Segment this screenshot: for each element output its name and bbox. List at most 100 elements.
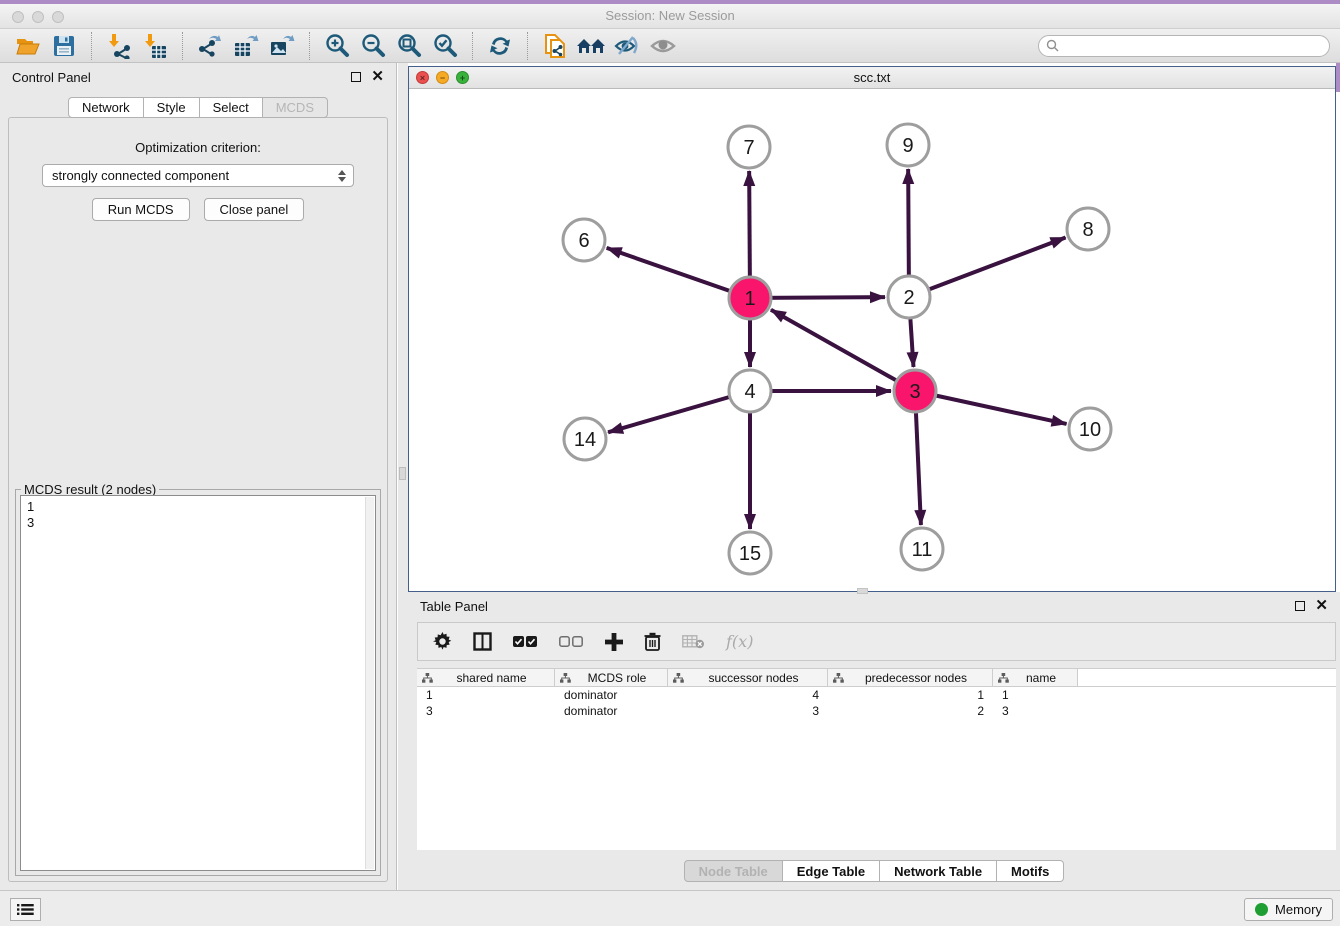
toolbar-separator [182,32,183,60]
clone-network-icon[interactable] [537,31,573,61]
save-session-icon[interactable] [46,31,82,61]
graph-node-1[interactable]: 1 [729,277,771,319]
graph-node-2[interactable]: 2 [888,276,930,318]
import-network-icon[interactable] [101,31,137,61]
network-view-window: × − + scc.txt 7 9 6 8 1 2 4 3 14 10 15 11 [408,66,1336,592]
zoom-selected-icon[interactable] [427,31,463,61]
graph-node-9[interactable]: 9 [887,124,929,166]
maximize-network-button[interactable]: + [456,71,469,84]
column-header-MCDS-role[interactable]: MCDS role [555,669,668,686]
graph-edge-3-10[interactable] [915,391,1067,424]
graph-node-label: 7 [743,137,754,159]
graph-node-3[interactable]: 3 [894,370,936,412]
graph-node-label: 15 [739,543,761,565]
zoom-fit-icon[interactable] [391,31,427,61]
column-header-predecessor-nodes[interactable]: predecessor nodes [828,669,993,686]
graph-node-10[interactable]: 10 [1069,408,1111,450]
table-cell: dominator [555,687,668,703]
graph-node-14[interactable]: 14 [564,418,606,460]
optimization-criterion-dropdown[interactable]: strongly connected component [42,164,354,187]
zoom-in-icon[interactable] [319,31,355,61]
graph-node-8[interactable]: 8 [1067,208,1109,250]
column-header-name[interactable]: name [993,669,1078,686]
column-header-shared-name[interactable]: shared name [417,669,555,686]
tab-network[interactable]: Network [68,97,144,118]
table-row[interactable]: 3dominator323 [417,703,1336,719]
result-scrollbar[interactable] [365,497,374,869]
graph-node-label: 3 [909,381,920,403]
close-table-panel-icon[interactable]: ✕ [1315,601,1328,611]
minimize-network-button[interactable]: − [436,71,449,84]
float-panel-icon[interactable] [351,72,361,82]
export-table-icon[interactable] [228,31,264,61]
graph-node-label: 6 [578,230,589,252]
search-input[interactable] [1063,39,1322,53]
open-session-icon[interactable] [10,31,46,61]
close-network-button[interactable]: × [416,71,429,84]
graph-node-6[interactable]: 6 [563,219,605,261]
graph-node-7[interactable]: 7 [728,126,770,168]
horizontal-splitter-handle[interactable] [857,588,868,594]
graph-edge-2-8[interactable] [909,238,1066,297]
tab-node-table[interactable]: Node Table [684,860,783,882]
search-field[interactable] [1038,35,1330,57]
refresh-icon[interactable] [482,31,518,61]
delete-row-icon[interactable] [644,632,661,651]
add-row-icon[interactable] [605,633,623,651]
gear-icon[interactable] [433,632,452,651]
tab-style[interactable]: Style [144,97,200,118]
graph-edge-1-6[interactable] [607,248,750,298]
task-history-button[interactable] [10,898,41,921]
graph-node-label: 1 [744,288,755,310]
hide-selected-icon[interactable] [609,31,645,61]
network-window-titlebar[interactable]: × − + scc.txt [409,67,1335,89]
table-cell: 2 [828,703,993,719]
tab-motifs[interactable]: Motifs [997,860,1064,882]
optimization-criterion-label: Optimization criterion: [9,140,387,155]
delete-table-icon[interactable] [682,634,705,649]
table-row[interactable]: 1dominator411 [417,687,1336,703]
vertical-splitter[interactable] [398,63,408,890]
network-window-controls: × − + [416,71,469,84]
close-panel-button[interactable]: Close panel [204,198,305,221]
mcds-result-text[interactable]: 1 3 [20,495,376,871]
graph-node-label: 9 [902,135,913,157]
toolbar-separator [472,32,473,60]
home-layout-icon[interactable] [573,31,609,61]
table-body: 1dominator4113dominator323 [417,687,1336,719]
graph-edge-3-1[interactable] [771,310,915,391]
column-pane-icon[interactable] [473,632,492,651]
close-panel-icon[interactable]: ✕ [371,72,384,82]
splitter-handle[interactable] [399,467,406,480]
dropdown-value: strongly connected component [43,168,335,183]
tab-network-table[interactable]: Network Table [880,860,997,882]
show-all-icon[interactable] [645,31,681,61]
table-panel: Table Panel ✕ f(x) shared nameMCDS roles… [408,592,1340,890]
memory-button[interactable]: Memory [1244,898,1333,921]
function-builder-icon[interactable]: f(x) [726,632,753,651]
tree-icon [833,673,844,683]
tab-mcds[interactable]: MCDS [263,97,328,118]
run-mcds-button[interactable]: Run MCDS [92,198,190,221]
column-header-successor-nodes[interactable]: successor nodes [668,669,828,686]
export-network-icon[interactable] [192,31,228,61]
graph-node-4[interactable]: 4 [729,370,771,412]
list-icon [17,903,34,916]
table-cell: 4 [668,687,828,703]
network-canvas[interactable]: 7 9 6 8 1 2 4 3 14 10 15 11 [409,90,1335,591]
tab-edge-table[interactable]: Edge Table [783,860,880,882]
deselect-all-icon[interactable] [559,636,584,648]
graph-node-11[interactable]: 11 [901,528,943,570]
import-table-icon[interactable] [137,31,173,61]
zoom-out-icon[interactable] [355,31,391,61]
mcds-result-group: MCDS result (2 nodes) 1 3 [15,489,381,876]
control-panel-tabs: NetworkStyleSelectMCDS [0,97,396,118]
select-all-icon[interactable] [513,636,538,648]
tree-icon [422,673,433,683]
status-bar: Memory [0,890,1340,926]
mcds-result-lines: 1 3 [27,499,34,530]
tab-select[interactable]: Select [200,97,263,118]
float-table-panel-icon[interactable] [1295,601,1305,611]
export-image-icon[interactable] [264,31,300,61]
graph-node-15[interactable]: 15 [729,532,771,574]
